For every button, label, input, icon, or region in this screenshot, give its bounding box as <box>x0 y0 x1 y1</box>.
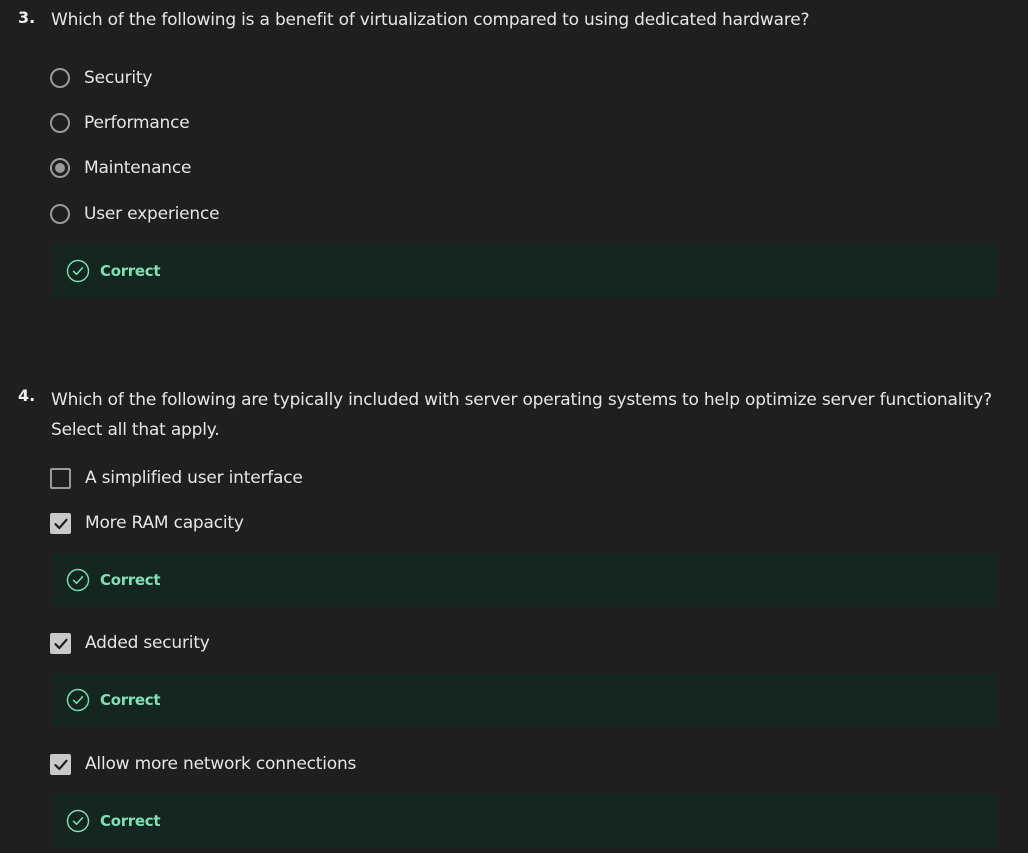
checkbox-checked[interactable] <box>50 512 71 534</box>
checkbox[interactable] <box>50 467 71 489</box>
feedback-box: Correct <box>51 244 996 298</box>
radio-button-selected[interactable] <box>50 158 70 178</box>
option-label: A simplified user interface <box>85 468 303 488</box>
option-label: Performance <box>84 113 190 133</box>
option-performance[interactable]: Performance <box>50 109 190 137</box>
option-label: Security <box>84 68 153 88</box>
checkbox-checked[interactable] <box>50 753 71 775</box>
question-text: Which of the following is a benefit of v… <box>51 10 810 30</box>
feedback-label: Correct <box>100 571 161 589</box>
feedback-label: Correct <box>100 812 161 830</box>
radio-button[interactable] <box>50 204 70 224</box>
option-maintenance[interactable]: Maintenance <box>50 154 191 182</box>
check-circle-icon <box>66 688 90 712</box>
option-label: User experience <box>84 204 220 224</box>
radio-button[interactable] <box>50 68 70 88</box>
checkbox-checked[interactable] <box>50 632 71 654</box>
check-circle-icon <box>66 259 90 283</box>
feedback-box: Correct <box>51 673 996 727</box>
option-label: Allow more network connections <box>85 754 357 774</box>
option-added-security[interactable]: Added security <box>50 629 210 657</box>
option-label: Maintenance <box>84 158 192 178</box>
option-more-ram[interactable]: More RAM capacity <box>50 509 244 537</box>
feedback-label: Correct <box>100 262 161 280</box>
radio-button[interactable] <box>50 113 70 133</box>
option-more-network-connections[interactable]: Allow more network connections <box>50 750 356 778</box>
question-text-line: Which of the following are typically inc… <box>51 390 992 410</box>
option-label: More RAM capacity <box>85 513 244 533</box>
option-label: Added security <box>85 633 210 653</box>
question-instruction: Select all that apply. <box>51 420 220 440</box>
option-simplified-ui[interactable]: A simplified user interface <box>50 464 303 492</box>
checkmark-icon <box>54 759 68 770</box>
option-security[interactable]: Security <box>50 64 152 92</box>
question-number: 3. <box>18 8 36 27</box>
question-text: Which of the following are typically inc… <box>51 385 1001 445</box>
feedback-label: Correct <box>100 691 161 709</box>
check-circle-icon <box>66 568 90 592</box>
question-number: 4. <box>18 386 36 405</box>
check-circle-icon <box>66 809 90 833</box>
checkmark-icon <box>54 518 68 529</box>
feedback-box: Correct <box>51 553 996 607</box>
option-user-experience[interactable]: User experience <box>50 200 220 228</box>
feedback-box: Correct <box>51 794 996 848</box>
checkmark-icon <box>54 638 68 649</box>
